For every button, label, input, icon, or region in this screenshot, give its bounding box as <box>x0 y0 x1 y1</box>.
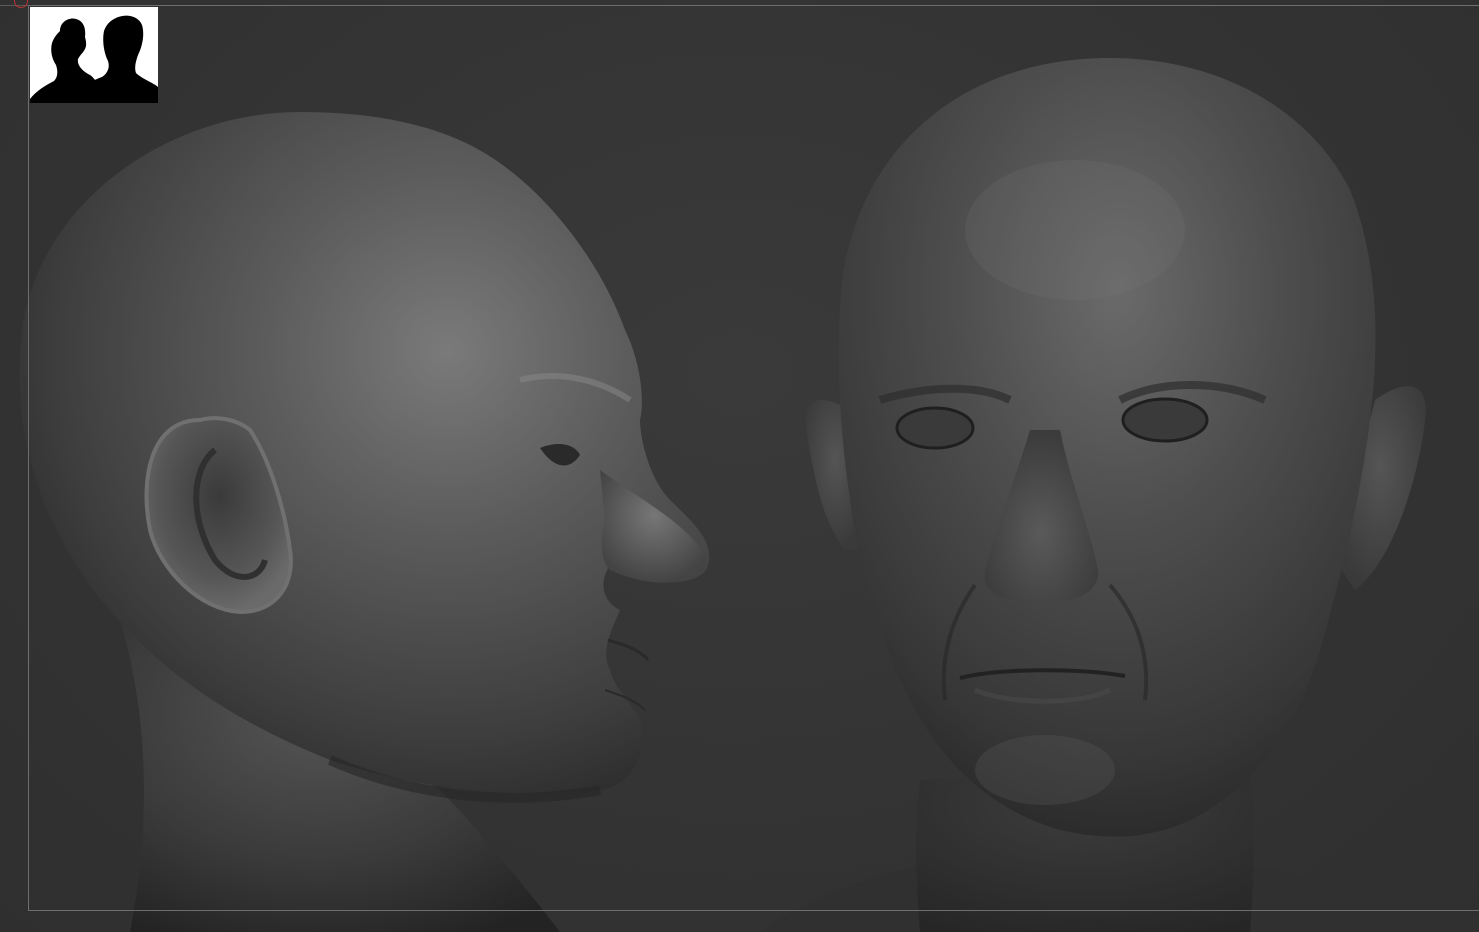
head-silhouettes-icon <box>30 7 158 103</box>
front-eye-left <box>895 406 975 450</box>
front-eye-right <box>1121 397 1209 443</box>
front-render <box>760 58 1479 932</box>
front-head[interactable] <box>0 0 1479 932</box>
thumbnail-view[interactable] <box>30 7 158 103</box>
zbrush-viewport[interactable] <box>0 0 1479 932</box>
